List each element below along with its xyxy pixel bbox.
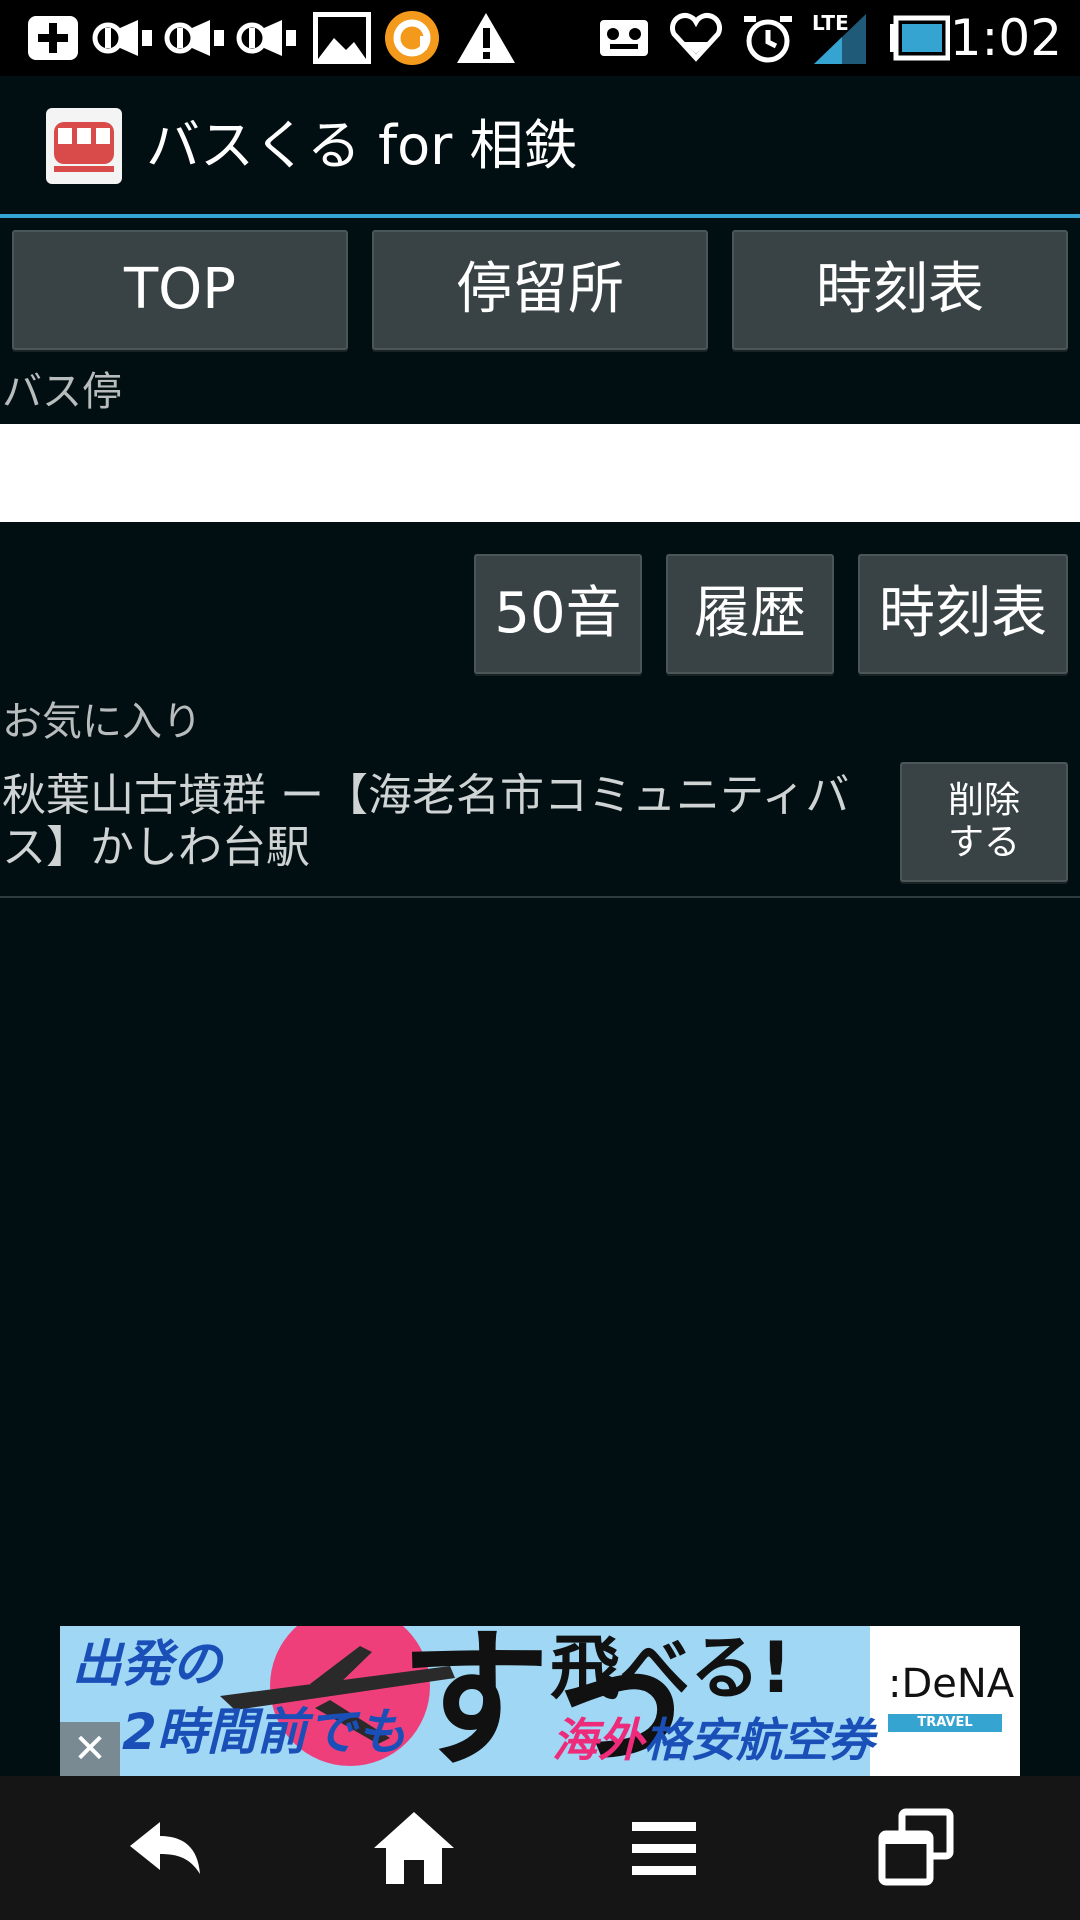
ad-line1: 出発の bbox=[72, 1635, 222, 1693]
tab-bus-stops[interactable]: 停留所 bbox=[372, 230, 708, 350]
image-icon bbox=[313, 12, 371, 64]
orange-app-icon bbox=[385, 11, 439, 65]
ad-sub-blue: 格安航空券 bbox=[644, 1713, 874, 1767]
ad-close-icon[interactable]: ✕ bbox=[60, 1722, 120, 1776]
heart-download-icon bbox=[669, 12, 723, 62]
bus-stop-input[interactable] bbox=[0, 424, 1080, 522]
bus-icon[interactable] bbox=[46, 108, 122, 184]
speaker-icon bbox=[92, 20, 152, 56]
signal-icon: LTE bbox=[812, 10, 868, 66]
screen: LTE 1:02 バスくる for 相鉄 TOP 停留所 時刻表 バス停 50音… bbox=[0, 0, 1080, 1920]
app-title: バスくる for 相鉄 bbox=[146, 114, 578, 177]
battery-icon bbox=[890, 15, 950, 61]
back-icon[interactable] bbox=[114, 1798, 214, 1898]
list-divider bbox=[0, 896, 1080, 898]
menu-icon[interactable] bbox=[614, 1798, 714, 1898]
timetable-button[interactable]: 時刻表 bbox=[858, 554, 1068, 674]
ad-brand: :DeNA bbox=[888, 1661, 1015, 1707]
kana-search-button[interactable]: 50音 bbox=[474, 554, 642, 674]
ad-headline: 飛べる! bbox=[550, 1627, 792, 1709]
tab-timetable[interactable]: 時刻表 bbox=[732, 230, 1068, 350]
home-icon[interactable] bbox=[364, 1798, 464, 1898]
navigation-bar bbox=[0, 1776, 1080, 1920]
status-time: 1:02 bbox=[949, 9, 1062, 67]
recent-apps-icon[interactable] bbox=[866, 1798, 966, 1898]
favorite-item-text[interactable]: 秋葉山古墳群 ー【海老名市コミュニティバス】かしわ台駅 bbox=[2, 770, 882, 874]
add-icon bbox=[28, 16, 78, 60]
status-bar: LTE 1:02 bbox=[0, 0, 1080, 76]
speaker-icon bbox=[164, 20, 224, 56]
action-bar-divider bbox=[0, 214, 1080, 218]
ad-banner[interactable]: 出発の 2時間前でも すっ 飛べる! 海外 格安航空券 :DeNA TRAVEL bbox=[60, 1626, 1020, 1776]
speaker-icon bbox=[236, 20, 296, 56]
history-button[interactable]: 履歴 bbox=[666, 554, 834, 674]
ad-sub-red: 海外 bbox=[552, 1713, 644, 1767]
tab-top[interactable]: TOP bbox=[12, 230, 348, 350]
action-bar: バスくる for 相鉄 bbox=[0, 76, 1080, 216]
ad-brand-sub: TRAVEL bbox=[917, 1715, 973, 1730]
bus-stop-label: バス停 bbox=[2, 369, 122, 415]
alarm-icon bbox=[744, 16, 792, 63]
ad-line2: 2時間前でも bbox=[122, 1703, 407, 1761]
favorites-label: お気に入り bbox=[2, 699, 202, 745]
voicemail-icon bbox=[600, 20, 648, 56]
warning-icon bbox=[457, 13, 515, 63]
delete-favorite-button[interactable]: 削除 する bbox=[900, 762, 1068, 882]
